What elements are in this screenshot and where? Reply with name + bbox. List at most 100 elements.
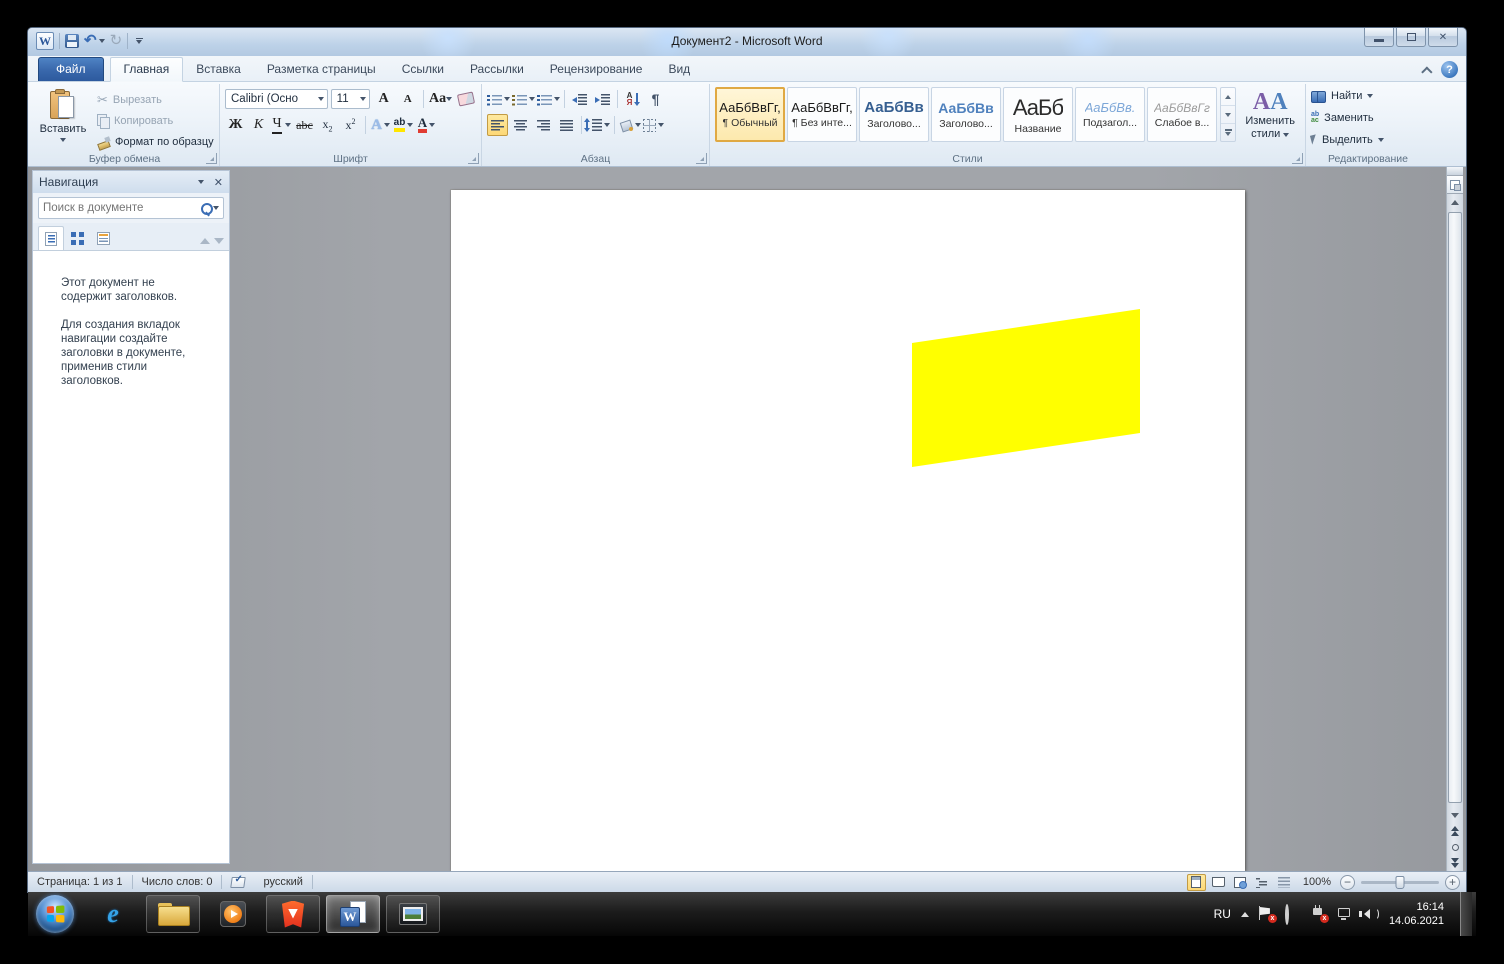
zoom-level[interactable]: 100% bbox=[1297, 876, 1337, 888]
justify-button[interactable] bbox=[556, 114, 577, 136]
fullscreen-reading-view-button[interactable] bbox=[1209, 874, 1228, 891]
font-color-button[interactable]: А bbox=[416, 114, 437, 136]
taskbar-brave[interactable] bbox=[266, 895, 320, 933]
title-bar[interactable]: W ↶ ↻ Документ2 - Microsoft Word ✕ bbox=[28, 28, 1466, 56]
power-plug-icon[interactable]: x bbox=[1311, 906, 1327, 922]
decrease-indent-button[interactable] bbox=[569, 88, 590, 110]
tab-file[interactable]: Файл bbox=[38, 57, 104, 81]
scroll-down-button[interactable] bbox=[1447, 807, 1463, 823]
web-layout-view-button[interactable] bbox=[1231, 874, 1250, 891]
paste-button[interactable]: Вставить bbox=[35, 87, 91, 152]
taskbar-word[interactable]: W bbox=[326, 895, 380, 933]
format-painter-button[interactable]: Формат по образцу bbox=[97, 131, 214, 152]
superscript-button[interactable]: x2 bbox=[340, 114, 361, 136]
action-center-icon[interactable]: x bbox=[1259, 906, 1275, 922]
close-pane-icon[interactable]: ✕ bbox=[214, 176, 223, 189]
browse-headings-tab[interactable] bbox=[38, 226, 64, 250]
style-heading2[interactable]: АаБбВв Заголово... bbox=[931, 87, 1001, 142]
gallery-scroll-up[interactable] bbox=[1221, 88, 1235, 106]
draft-view-button[interactable] bbox=[1275, 874, 1294, 891]
align-right-button[interactable] bbox=[533, 114, 554, 136]
tab-mailings[interactable]: Рассылки bbox=[457, 58, 537, 81]
scrollbar-track[interactable] bbox=[1447, 210, 1463, 807]
minimize-button[interactable] bbox=[1364, 28, 1394, 47]
text-effects-button[interactable]: A bbox=[370, 114, 391, 136]
restore-button[interactable] bbox=[1396, 28, 1426, 47]
style-heading1[interactable]: АаБбВв Заголово... bbox=[859, 87, 929, 142]
start-button[interactable] bbox=[36, 895, 74, 933]
ruler-toggle-button[interactable] bbox=[1447, 176, 1463, 194]
split-window-handle[interactable] bbox=[1447, 167, 1463, 176]
bold-button[interactable]: Ж bbox=[225, 114, 246, 136]
search-options-icon[interactable] bbox=[213, 206, 219, 210]
align-center-button[interactable] bbox=[510, 114, 531, 136]
strikethrough-button[interactable]: abc bbox=[294, 114, 315, 136]
show-paragraph-marks-button[interactable]: ¶ bbox=[645, 88, 666, 110]
gallery-more-button[interactable] bbox=[1221, 124, 1235, 141]
search-icon[interactable] bbox=[200, 202, 210, 215]
pane-options-icon[interactable] bbox=[198, 180, 204, 184]
cut-button[interactable]: ✂ Вырезать bbox=[97, 89, 214, 110]
grow-font-button[interactable]: А bbox=[373, 88, 394, 110]
subscript-button[interactable]: x2 bbox=[317, 114, 338, 136]
navigation-search-box[interactable] bbox=[38, 197, 224, 219]
tab-insert[interactable]: Вставка bbox=[183, 58, 254, 81]
minimize-ribbon-icon[interactable] bbox=[1421, 66, 1432, 77]
print-layout-view-button[interactable] bbox=[1187, 874, 1206, 891]
next-page-button[interactable] bbox=[1447, 855, 1463, 871]
style-subtitle[interactable]: АаБбВв. Подзагол... bbox=[1075, 87, 1145, 142]
shading-button[interactable] bbox=[619, 114, 641, 136]
taskbar-photo-viewer[interactable] bbox=[386, 895, 440, 933]
style-normal[interactable]: АаБбВвГг, ¶ Обычный bbox=[715, 87, 785, 142]
scrollbar-thumb[interactable] bbox=[1448, 212, 1462, 803]
italic-button[interactable]: К bbox=[248, 114, 269, 136]
multilevel-list-button[interactable] bbox=[537, 88, 560, 110]
highlight-button[interactable]: ab bbox=[393, 114, 414, 136]
tab-page-layout[interactable]: Разметка страницы bbox=[254, 58, 389, 81]
style-no-spacing[interactable]: АаБбВвГг, ¶ Без инте... bbox=[787, 87, 857, 142]
line-spacing-button[interactable] bbox=[586, 114, 610, 136]
change-styles-button[interactable]: АА Изменить стили bbox=[1240, 87, 1300, 141]
font-size-combobox[interactable]: 11 bbox=[331, 89, 371, 109]
previous-page-button[interactable] bbox=[1447, 823, 1463, 839]
gallery-scroll-down[interactable] bbox=[1221, 106, 1235, 124]
borders-button[interactable] bbox=[643, 114, 664, 136]
align-left-button[interactable] bbox=[487, 114, 508, 136]
numbering-button[interactable] bbox=[512, 88, 535, 110]
font-dialog-launcher[interactable] bbox=[468, 153, 479, 164]
close-button[interactable]: ✕ bbox=[1428, 28, 1458, 47]
scroll-up-button[interactable] bbox=[1447, 194, 1463, 210]
clipboard-dialog-launcher[interactable] bbox=[206, 153, 217, 164]
language-indicator-tray[interactable]: RU bbox=[1214, 907, 1231, 921]
taskbar-internet-explorer[interactable]: e bbox=[86, 895, 140, 933]
find-button[interactable]: Найти bbox=[1311, 85, 1425, 106]
network-icon[interactable] bbox=[1337, 906, 1353, 922]
word-count-indicator[interactable]: Число слов: 0 bbox=[133, 872, 222, 892]
yellow-parallelogram-shape[interactable] bbox=[912, 309, 1140, 467]
taskbar-media-player[interactable] bbox=[206, 895, 260, 933]
increase-indent-button[interactable] bbox=[592, 88, 613, 110]
outline-view-button[interactable] bbox=[1253, 874, 1272, 891]
clear-formatting-button[interactable] bbox=[455, 88, 476, 110]
font-name-combobox[interactable]: Calibri (Осно bbox=[225, 89, 328, 109]
zoom-thumb[interactable] bbox=[1396, 876, 1405, 889]
style-subtle-emphasis[interactable]: АаБбВвГг Слабое в... bbox=[1147, 87, 1217, 142]
shrink-font-button[interactable]: А bbox=[397, 88, 418, 110]
clock[interactable]: 16:14 14.06.2021 bbox=[1389, 900, 1450, 928]
language-indicator[interactable]: русский bbox=[254, 872, 311, 892]
paste-dropdown-icon[interactable] bbox=[60, 138, 66, 142]
tab-home[interactable]: Главная bbox=[110, 57, 184, 82]
sync-icon[interactable] bbox=[1285, 906, 1301, 922]
sort-button[interactable]: А Я bbox=[622, 88, 643, 110]
next-result-icon[interactable] bbox=[214, 238, 224, 244]
bullets-button[interactable] bbox=[487, 88, 510, 110]
tab-references[interactable]: Ссылки bbox=[389, 58, 457, 81]
zoom-out-button[interactable]: − bbox=[1340, 875, 1355, 890]
paragraph-dialog-launcher[interactable] bbox=[696, 153, 707, 164]
previous-result-icon[interactable] bbox=[200, 238, 210, 244]
volume-icon[interactable] bbox=[1363, 906, 1379, 922]
underline-dropdown-icon[interactable] bbox=[285, 123, 291, 127]
tab-review[interactable]: Рецензирование bbox=[537, 58, 656, 81]
tab-view[interactable]: Вид bbox=[655, 58, 703, 81]
taskbar-file-explorer[interactable] bbox=[146, 895, 200, 933]
